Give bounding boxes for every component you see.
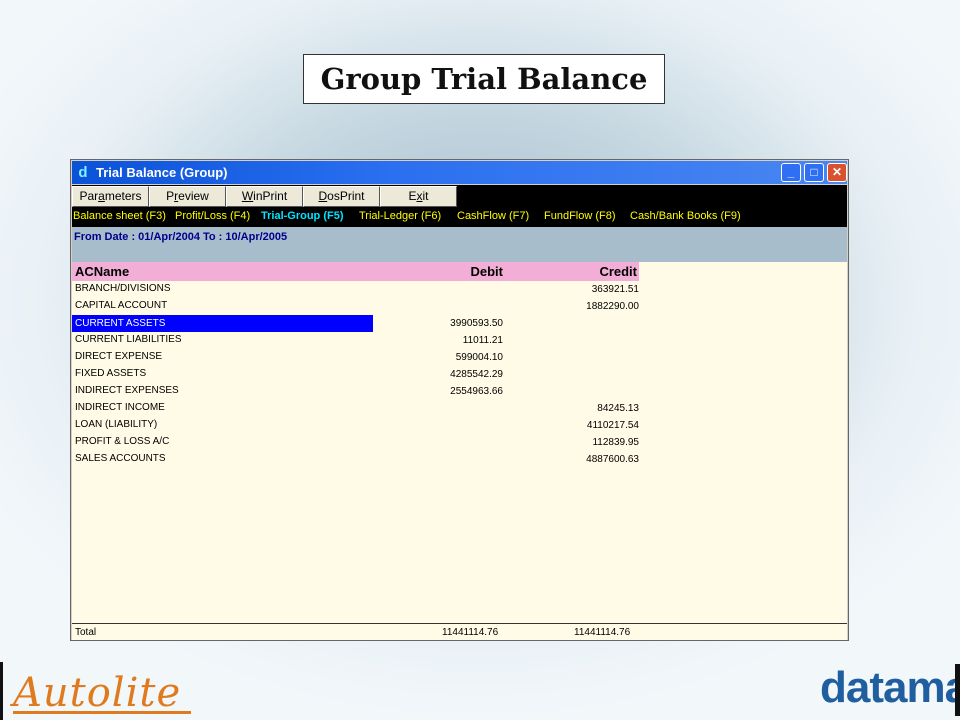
table-row[interactable]: PROFIT & LOSS A/C 112839.95: [72, 434, 639, 451]
dataman-logo-bar: [955, 664, 960, 716]
row-acname: CURRENT ASSETS: [72, 315, 373, 332]
table-row[interactable]: INDIRECT EXPENSES 2554963.66: [72, 383, 639, 400]
winprint-button[interactable]: WinPrint: [226, 186, 303, 207]
row-debit: 2554963.66: [450, 386, 503, 397]
autolite-logo: Autolite: [0, 662, 192, 720]
row-acname: BRANCH/DIVISIONS: [75, 283, 171, 294]
menu-fundflow[interactable]: FundFlow (F8): [544, 210, 616, 222]
trial-balance-window: d Trial Balance (Group) _ □ ✕ Parameters…: [70, 159, 849, 641]
table-row[interactable]: CURRENT LIABILITIES 11011.21: [72, 332, 639, 349]
row-acname: SALES ACCOUNTS: [75, 453, 166, 464]
app-icon: d: [78, 164, 88, 181]
menu-trial-group[interactable]: Trial-Group (F5): [261, 210, 344, 222]
row-acname: DIRECT EXPENSE: [75, 351, 163, 362]
row-credit: 4110217.54: [586, 420, 639, 431]
total-debit: 11441114.76: [442, 627, 499, 638]
table-row[interactable]: CAPITAL ACCOUNT 1882290.00: [72, 298, 639, 315]
table-row[interactable]: LOAN (LIABILITY) 4110217.54: [72, 417, 639, 434]
row-debit: 4285542.29: [450, 369, 503, 380]
window-titlebar[interactable]: d Trial Balance (Group) _ □ ✕: [72, 161, 847, 184]
row-credit: 112839.95: [592, 437, 639, 448]
row-acname: CAPITAL ACCOUNT: [75, 300, 168, 311]
row-acname: FIXED ASSETS: [75, 368, 147, 379]
autolite-logo-underline: [13, 711, 191, 714]
minimize-button[interactable]: _: [781, 163, 801, 182]
table-row[interactable]: SALES ACCOUNTS 4887600.63: [72, 451, 639, 468]
parameters-button[interactable]: Parameters: [72, 186, 149, 207]
row-credit: 363921.51: [591, 284, 639, 295]
row-acname: PROFIT & LOSS A/C: [75, 436, 170, 447]
total-label: Total: [75, 627, 97, 638]
column-acname[interactable]: ACName: [75, 264, 129, 279]
trial-balance-grid: ACName Debit Credit BRANCH/DIVISIONS 3639…: [72, 262, 847, 623]
table-row[interactable]: BRANCH/DIVISIONS 363921.51: [72, 281, 639, 298]
menu-cashflow[interactable]: CashFlow (F7): [457, 210, 529, 222]
maximize-button[interactable]: □: [804, 163, 824, 182]
total-row: Total 11441114.76 11441114.76: [72, 623, 847, 640]
table-row[interactable]: CURRENT ASSETS 3990593.50: [72, 315, 639, 332]
date-range: From Date : 01/Apr/2004 To : 10/Apr/2005: [74, 231, 288, 243]
row-credit: 4887600.63: [586, 454, 639, 465]
window-title: Trial Balance (Group): [96, 165, 228, 180]
grid-header: ACName Debit Credit: [72, 262, 639, 281]
column-debit[interactable]: Debit: [471, 264, 504, 279]
row-acname: INDIRECT EXPENSES: [75, 385, 179, 396]
report-menu: Balance sheet (F3) Profit/Loss (F4) Tria…: [72, 208, 847, 227]
toolbar: Parameters Preview WinPrint DosPrint Exi…: [72, 185, 847, 208]
row-debit: 599004.10: [455, 352, 503, 363]
menu-cash-bank-books[interactable]: Cash/Bank Books (F9): [630, 210, 741, 222]
menu-balance-sheet[interactable]: Balance sheet (F3): [73, 210, 166, 222]
autolite-logo-text: Autolite: [13, 670, 182, 716]
table-row[interactable]: DIRECT EXPENSE 599004.10: [72, 349, 639, 366]
row-acname: LOAN (LIABILITY): [75, 419, 158, 430]
menu-profit-loss[interactable]: Profit/Loss (F4): [175, 210, 250, 222]
table-row[interactable]: INDIRECT INCOME 84245.13: [72, 400, 639, 417]
row-acname: INDIRECT INCOME: [75, 402, 165, 413]
slide-title: Group Trial Balance: [303, 54, 665, 104]
row-credit: 1882290.00: [586, 301, 639, 312]
exit-button[interactable]: Exit: [380, 186, 457, 207]
table-row[interactable]: FIXED ASSETS 4285542.29: [72, 366, 639, 383]
slide-title-text: Group Trial Balance: [320, 62, 648, 96]
total-credit: 11441114.76: [574, 627, 631, 638]
row-credit: 84245.13: [597, 403, 639, 414]
row-acname: CURRENT LIABILITIES: [75, 334, 182, 345]
column-credit[interactable]: Credit: [599, 264, 637, 279]
menu-trial-ledger[interactable]: Trial-Ledger (F6): [359, 210, 441, 222]
dataman-logo: dataman: [820, 664, 960, 712]
date-range-bar: From Date : 01/Apr/2004 To : 10/Apr/2005: [72, 227, 847, 262]
row-debit: 11011.21: [462, 335, 503, 346]
preview-button[interactable]: Preview: [149, 186, 226, 207]
dosprint-button[interactable]: DosPrint: [303, 186, 380, 207]
close-button[interactable]: ✕: [827, 163, 847, 182]
row-debit: 3990593.50: [450, 318, 503, 329]
